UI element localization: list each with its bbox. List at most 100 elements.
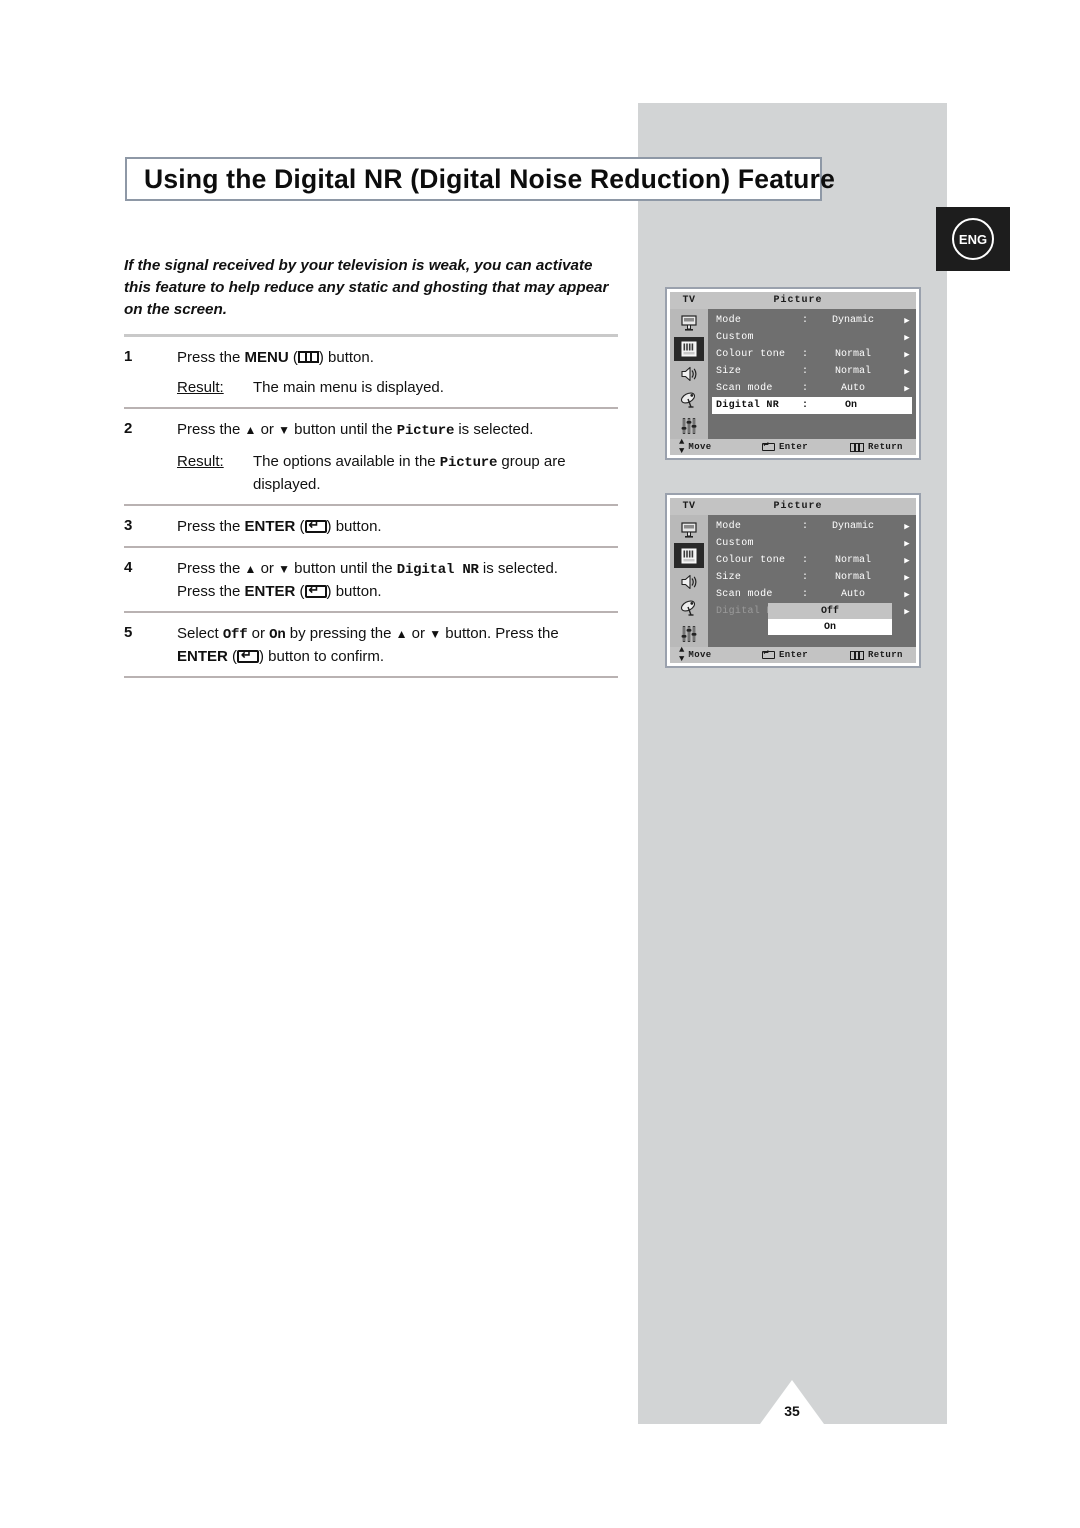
row-label: Mode (716, 521, 742, 532)
osd-row-custom[interactable]: Custom ▶ (708, 329, 916, 346)
osd-titlebar: TV Picture (670, 292, 916, 309)
osd-row-size[interactable]: Size : Normal ▶ (708, 363, 916, 380)
step-line: Press the ENTER () button. (177, 581, 618, 602)
chevron-right-icon: ▶ (904, 606, 910, 617)
chevron-right-icon: ▶ (904, 383, 910, 394)
row-colon: : (802, 521, 809, 532)
osd-footer-return-label: Return (868, 442, 903, 452)
input-source-icon[interactable] (674, 311, 704, 336)
digital-nr-dropdown[interactable]: Off On (768, 603, 892, 635)
osd-titlebar: TV Picture (670, 498, 916, 515)
setup-sliders-icon[interactable] (674, 413, 704, 438)
step-text-b: ( (295, 583, 305, 600)
arrow-up-icon: ▲ (244, 423, 257, 437)
osd-row-scan-mode[interactable]: Scan mode : Auto ▶ (708, 380, 916, 397)
chevron-right-icon: ▶ (904, 555, 910, 566)
arrow-down-icon: ▼ (278, 562, 290, 576)
setup-sliders-icon[interactable] (674, 621, 704, 646)
result-text: The main menu is displayed. (253, 379, 444, 396)
osd-footer-enter-label: Enter (779, 650, 809, 660)
sound-icon[interactable] (674, 569, 704, 594)
dropdown-option-off[interactable]: Off (768, 603, 892, 619)
row-label: Scan mode (716, 589, 773, 600)
osd-option-list: Mode : Dynamic ▶ Custom ▶ Colour tone : … (708, 309, 916, 439)
channel-dish-icon[interactable] (674, 595, 704, 620)
step-line: ENTER () button to confirm. (177, 646, 618, 667)
enter-icon (762, 648, 775, 659)
osd-icon-rail (670, 309, 708, 439)
arrow-up-icon: ▲ (395, 627, 408, 641)
row-value: Normal (834, 555, 871, 566)
osd-row-mode[interactable]: Mode : Dynamic ▶ (708, 518, 916, 535)
step-number: 2 (124, 420, 133, 437)
row-label: Colour tone (716, 555, 786, 566)
osd-row-colour-tone[interactable]: Colour tone : Normal ▶ (708, 552, 916, 569)
result-text-c: displayed. (253, 476, 321, 493)
step-number: 3 (124, 517, 133, 534)
step-text-a: Press the (177, 518, 245, 535)
divider (124, 676, 618, 678)
sound-icon[interactable] (674, 362, 704, 387)
osd-footer-move-label: Move (688, 650, 712, 660)
language-badge-label: ENG (952, 218, 994, 260)
row-label: Scan mode (716, 383, 773, 394)
chevron-right-icon: ▶ (904, 332, 910, 343)
picture-icon[interactable] (674, 543, 704, 568)
dropdown-option-on[interactable]: On (768, 619, 892, 635)
channel-dish-icon[interactable] (674, 388, 704, 413)
osd-row-colour-tone[interactable]: Colour tone : Normal ▶ (708, 346, 916, 363)
page-number: 35 (760, 1380, 824, 1424)
intro-paragraph: If the signal received by your televisio… (124, 255, 629, 321)
language-badge: ENG (936, 207, 1010, 271)
enter-key-label: ENTER (244, 518, 296, 535)
osd-row-custom[interactable]: Custom ▶ (708, 535, 916, 552)
result-text: The options available in the Picture gro… (253, 451, 618, 495)
option-off-term: Off (222, 627, 248, 643)
step-text-or1: or (247, 625, 270, 642)
row-value: Normal (834, 366, 871, 377)
row-value: Dynamic (831, 315, 874, 326)
osd-screenshot-1: TV Picture Mode: Dynamic ▶ Custom ▶ Col… (665, 287, 921, 460)
osd-menu-title: Picture (773, 501, 823, 512)
row-value: Normal (834, 349, 871, 360)
menu-term: Picture (396, 423, 455, 439)
row-colon: : (802, 572, 809, 583)
row-colon: : (802, 400, 809, 411)
menu-icon (297, 351, 319, 363)
osd-option-list: Mode : Dynamic ▶ Custom ▶ Colour tone : … (708, 515, 916, 647)
chevron-right-icon: ▶ (904, 572, 910, 583)
osd-row-size[interactable]: Size : Normal ▶ (708, 569, 916, 586)
chevron-right-icon: ▶ (904, 589, 910, 600)
osd-icon-rail (670, 515, 708, 647)
osd-footer-enter: Enter (762, 440, 850, 452)
step-text-a: Press the (177, 583, 245, 600)
step-text-c: button. Press the (441, 625, 559, 642)
intro-line-2: this feature to help reduce any static a… (124, 279, 609, 296)
input-source-icon[interactable] (674, 517, 704, 542)
step-text-a: Press the (177, 349, 245, 366)
osd-footer-move-label: Move (688, 442, 712, 452)
osd-row-digital-nr[interactable]: Digital NR : On (712, 397, 912, 414)
step-text-or: or (256, 421, 279, 438)
row-label: Mode (716, 315, 742, 326)
osd-row-scan-mode[interactable]: Scan mode : Auto ▶ (708, 586, 916, 603)
picture-icon[interactable] (674, 336, 704, 362)
intro-line-3: on the screen. (124, 301, 227, 318)
row-value: Normal (834, 572, 871, 583)
intro-line-1: If the signal received by your televisio… (124, 257, 593, 274)
step-item: 4 Press the ▲ or ▼ button until the Digi… (124, 548, 618, 611)
osd-footer-enter-label: Enter (779, 442, 809, 452)
menu-icon (850, 442, 864, 452)
osd-row-mode[interactable]: Mode : Dynamic ▶ (708, 312, 916, 329)
step-result: Result: The options available in the Pic… (177, 451, 618, 495)
row-label: Size (716, 572, 742, 583)
osd-footer: ▲▼ Move Enter Return (670, 645, 916, 664)
enter-icon (304, 518, 327, 533)
menu-term: Picture (439, 455, 498, 471)
up-down-arrows-icon: ▲ ▼ (679, 645, 685, 664)
step-text-or: or (407, 625, 430, 642)
enter-icon (304, 583, 327, 598)
row-label: Size (716, 366, 742, 377)
step-item: 1 Press the MENU () button. Result: The … (124, 337, 618, 407)
chevron-right-icon: ▶ (904, 538, 910, 549)
